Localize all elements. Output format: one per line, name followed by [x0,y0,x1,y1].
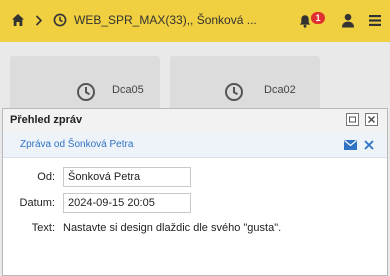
close-icon[interactable] [364,140,374,150]
home-icon[interactable] [11,13,25,27]
top-bar: WEB_SPR_MAX(33),, Šonková ... 1 [0,0,390,42]
message-row[interactable]: Zpráva od Šonková Petra [3,133,387,158]
text-value: Nastavte si design dlaždic dle svého "gu… [63,222,282,234]
text-label: Text: [31,222,55,234]
clock-icon [225,83,243,101]
messages-panel: Přehled zpráv Zpráva od Šonková Petra Od… [2,108,388,276]
breadcrumb[interactable]: WEB_SPR_MAX(33),, Šonková ... [74,13,257,27]
user-icon[interactable] [341,13,355,28]
panel-header: Přehled zpráv [3,109,387,134]
from-label: Od: [37,171,55,183]
message-title[interactable]: Zpráva od Šonková Petra [20,139,133,150]
envelope-icon[interactable] [344,140,357,150]
minimize-icon [349,116,356,123]
clock-icon [77,83,95,101]
close-panel-button[interactable] [365,113,378,126]
tile-label: Dca02 [264,84,296,96]
menu-icon[interactable] [368,14,382,27]
from-field[interactable]: Šonková Petra [63,167,191,187]
date-field[interactable]: 2024-09-15 20:05 [63,193,191,213]
chevron-right-icon [35,15,43,26]
bell-icon[interactable] [298,14,312,28]
minimize-button[interactable] [346,113,359,126]
close-icon [368,116,375,123]
tile-label: Dca05 [112,84,144,96]
clock-icon [53,13,67,27]
panel-title: Přehled zpráv [10,114,83,126]
notification-badge: 1 [311,12,325,24]
date-label: Datum: [19,197,55,209]
